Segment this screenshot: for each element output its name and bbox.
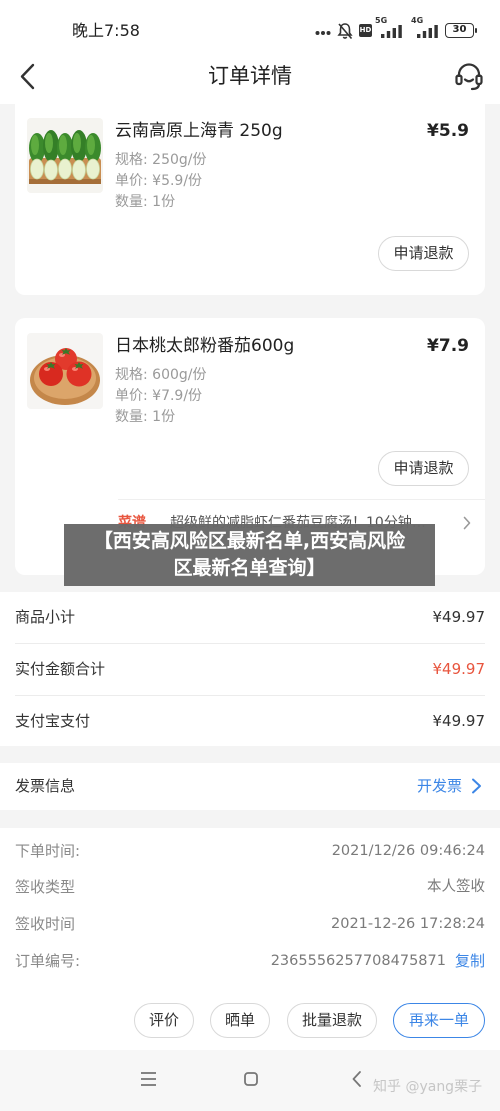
product-name[interactable]: 日本桃太郎粉番茄600g — [115, 334, 294, 358]
mute-icon — [337, 23, 353, 40]
recipe-divider — [118, 499, 485, 500]
receipt-time-value: 2021-12-26 17:28:24 — [331, 916, 485, 932]
battery-nub — [474, 28, 477, 33]
chevron-right-icon — [463, 516, 471, 530]
payment-summary: 商品小计 ¥49.97 实付金额合计 ¥49.97 支付宝支付 ¥49.97 — [0, 592, 500, 746]
review-button[interactable]: 评价 — [134, 1003, 194, 1038]
menu-icon[interactable] — [141, 1072, 156, 1086]
order-number-value: 2365556257708475871 — [270, 953, 446, 969]
product-quantity: 数量: 1份 — [115, 194, 176, 210]
bok-choy-illustration — [27, 118, 103, 193]
action-bar: 评价 晒单 批量退款 再来一单 — [0, 990, 500, 1050]
watermark: 知乎 @yang栗子 — [373, 1079, 483, 1095]
battery-level: 30 — [452, 24, 467, 35]
invoice-label: 发票信息 — [15, 777, 76, 795]
overlay-line-2: 区最新名单查询】 — [173, 557, 326, 579]
overlay-banner: 【西安高风险区最新名单,西安高风险 区最新名单查询】 — [64, 524, 435, 586]
divider — [15, 643, 485, 644]
product-name[interactable]: 云南高原上海青 250g — [115, 119, 283, 143]
chevron-right-icon[interactable] — [471, 778, 482, 794]
status-time: 晚上7:58 — [72, 21, 140, 40]
share-button[interactable]: 晒单 — [210, 1003, 270, 1038]
product-unit-price: 单价: ¥7.9/份 — [115, 388, 203, 404]
order-number-label: 订单编号: — [15, 952, 81, 970]
copy-button[interactable]: 复制 — [455, 951, 485, 971]
batch-refund-button[interactable]: 批量退款 — [287, 1003, 377, 1038]
order-info: 下单时间: 2021/12/26 09:46:24 签收类型 本人签收 签收时间… — [0, 828, 500, 990]
issue-invoice-link[interactable]: 开发票 — [417, 776, 462, 796]
product-quantity: 数量: 1份 — [115, 409, 176, 425]
receipt-type-label: 签收类型 — [15, 878, 76, 896]
hd-label: HD — [359, 26, 372, 34]
reorder-button[interactable]: 再来一单 — [393, 1003, 485, 1038]
overlay-line-1: 【西安高风险区最新名单,西安高风险 — [93, 530, 406, 552]
product-price: ¥7.9 — [427, 336, 469, 356]
signal-4g-icon — [417, 25, 438, 38]
refund-button[interactable]: 申请退款 — [378, 236, 469, 271]
subtotal-label: 商品小计 — [15, 608, 76, 626]
app-header: 晚上7:58 HD 5G 4G 30 订单详情 — [0, 0, 500, 104]
battery-icon: 30 — [445, 23, 474, 38]
hd-icon: HD — [359, 24, 372, 37]
receipt-time-label: 签收时间 — [15, 915, 76, 933]
invoice-section: 发票信息 开发票 — [0, 763, 500, 810]
total-paid-label: 实付金额合计 — [15, 660, 106, 678]
product-card: 云南高原上海青 250g ¥5.9 规格: 250g/份 单价: ¥5.9/份 … — [15, 80, 485, 295]
total-paid-value: ¥49.97 — [432, 660, 486, 678]
page-title: 订单详情 — [208, 64, 292, 88]
bok-choy-image[interactable] — [27, 118, 103, 193]
back-icon[interactable] — [352, 1071, 361, 1087]
tomato-illustration — [27, 333, 103, 409]
receipt-type-value: 本人签收 — [427, 879, 485, 895]
product-spec: 规格: 600g/份 — [115, 367, 207, 383]
payment-method-value: ¥49.97 — [432, 712, 486, 730]
home-icon[interactable] — [244, 1072, 258, 1086]
refund-button[interactable]: 申请退款 — [378, 451, 469, 486]
product-unit-price: 单价: ¥5.9/份 — [115, 173, 203, 189]
product-spec: 规格: 250g/份 — [115, 152, 207, 168]
divider — [15, 695, 485, 696]
system-navbar: 知乎 @yang栗子 — [0, 1050, 500, 1111]
order-time-value: 2021/12/26 09:46:24 — [331, 843, 485, 859]
signal-5g-icon — [381, 25, 402, 38]
order-time-label: 下单时间: — [15, 842, 81, 860]
payment-method-label: 支付宝支付 — [15, 712, 91, 730]
subtotal-value: ¥49.97 — [432, 608, 486, 626]
more-dots-icon — [315, 31, 331, 35]
tomato-image[interactable] — [27, 333, 103, 409]
headset-icon[interactable] — [453, 61, 485, 93]
product-price: ¥5.9 — [427, 121, 469, 141]
